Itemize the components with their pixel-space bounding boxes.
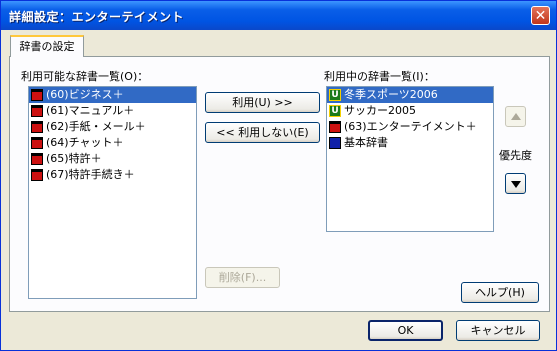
list-item-label: (62)手紙・メール＋ — [46, 120, 146, 133]
list-item-label: (65)特許＋ — [46, 152, 102, 165]
red-book-icon — [329, 121, 341, 133]
list-item[interactable]: U 冬季スポーツ2006 — [327, 87, 493, 103]
list-item[interactable]: (64)チャット＋ — [29, 135, 196, 151]
user-dictionary-icon: U — [329, 105, 341, 117]
list-item[interactable]: (67)特許手続き＋ — [29, 167, 196, 183]
red-book-icon — [31, 153, 43, 165]
list-item[interactable]: (62)手紙・メール＋ — [29, 119, 196, 135]
ok-button[interactable]: OK — [368, 320, 443, 341]
cancel-button[interactable]: キャンセル — [456, 320, 540, 341]
in-use-list-label: 利用中の辞書一覧(I)： — [324, 70, 435, 83]
priority-down-button[interactable] — [505, 173, 526, 194]
user-dictionary-icon: U — [329, 89, 341, 101]
list-item-label: 基本辞書 — [344, 136, 388, 149]
red-book-icon — [31, 89, 43, 101]
list-item[interactable]: 基本辞書 — [327, 135, 493, 151]
red-book-icon — [31, 121, 43, 133]
use-button[interactable]: 利用(U) >> — [205, 92, 320, 113]
list-item-label: サッカー2005 — [344, 104, 416, 117]
tab-dictionary-settings[interactable]: 辞書の設定 — [10, 35, 84, 57]
title-bar[interactable]: 詳細設定：エンターテイメント ✕ — [1, 1, 556, 30]
list-item-label: (67)特許手続き＋ — [46, 168, 135, 181]
list-item[interactable]: U サッカー2005 — [327, 103, 493, 119]
list-item-label: (60)ビジネス＋ — [46, 88, 124, 101]
tab-panel: 利用可能な辞書一覧(O)： (60)ビジネス＋ (61)マニュアル＋ (62)手紙・… — [9, 56, 550, 312]
priority-label: 優先度 — [499, 149, 532, 162]
list-item[interactable]: (60)ビジネス＋ — [29, 87, 196, 103]
list-item-label: (64)チャット＋ — [46, 136, 124, 149]
available-list-label: 利用可能な辞書一覧(O)： — [21, 70, 149, 83]
list-item[interactable]: (63)エンターテイメント＋ — [327, 119, 493, 135]
list-item-label: 冬季スポーツ2006 — [344, 88, 438, 101]
red-book-icon — [31, 105, 43, 117]
list-item-label: (63)エンターテイメント＋ — [344, 120, 477, 133]
priority-up-button[interactable] — [505, 106, 526, 127]
blue-book-icon — [329, 137, 341, 149]
close-button[interactable]: ✕ — [531, 6, 550, 25]
window-title: 詳細設定：エンターテイメント — [9, 10, 185, 24]
in-use-dictionary-list[interactable]: U 冬季スポーツ2006 U サッカー2005 (63)エンターテイメント＋ 基本辞書 — [326, 86, 494, 232]
red-book-icon — [31, 137, 43, 149]
red-book-icon — [31, 169, 43, 181]
unuse-button[interactable]: << 利用しない(E) — [205, 122, 320, 143]
list-item[interactable]: (61)マニュアル＋ — [29, 103, 196, 119]
dialog-window: 詳細設定：エンターテイメント ✕ 辞書の設定 利用可能な辞書一覧(O)： (60… — [0, 0, 557, 351]
list-item[interactable]: (65)特許＋ — [29, 151, 196, 167]
list-item-label: (61)マニュアル＋ — [46, 104, 135, 117]
help-button[interactable]: ヘルプ(H) — [461, 282, 539, 303]
arrow-down-icon — [511, 181, 521, 188]
arrow-up-icon — [511, 113, 521, 120]
available-dictionary-list[interactable]: (60)ビジネス＋ (61)マニュアル＋ (62)手紙・メール＋ (64)チャット＋ (… — [28, 86, 197, 299]
delete-button[interactable]: 削除(F)... — [205, 267, 280, 288]
